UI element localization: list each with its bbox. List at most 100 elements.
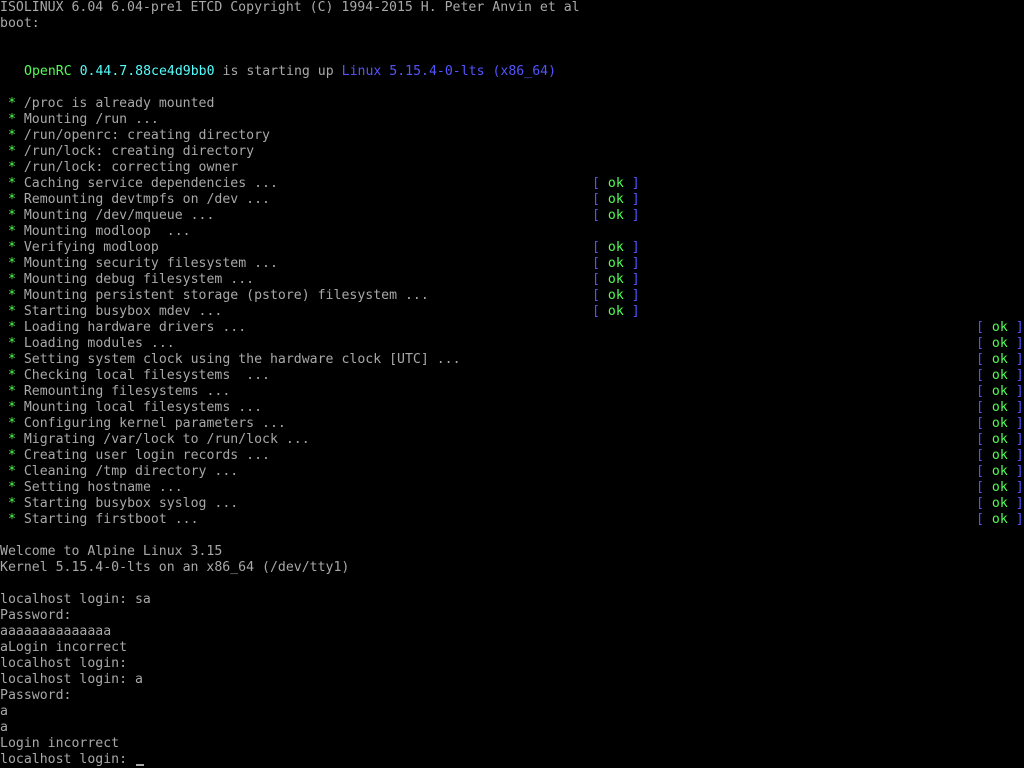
login-prompt-active[interactable]: localhost login: xyxy=(0,752,144,768)
service-message-text: Mounting debug filesystem ... xyxy=(23,272,255,287)
status-ok-text: ok xyxy=(991,512,1008,527)
bullet-marker: * xyxy=(7,144,16,159)
bullet-marker: * xyxy=(7,112,16,127)
status-bracket-open: [ xyxy=(976,400,984,415)
service-message-text: Remounting devtmpfs on /dev ... xyxy=(23,192,270,207)
status-bracket-close: ] xyxy=(631,208,640,223)
service-message-line: * Setting hostname ... xyxy=(0,480,183,496)
text-cursor xyxy=(136,764,144,766)
login-session-line: Password: xyxy=(0,688,71,704)
status-bracket-open: [ xyxy=(976,512,984,527)
bullet-marker: * xyxy=(7,208,16,223)
service-message-text: Cleaning /tmp directory ... xyxy=(23,464,239,479)
service-message-line: * /run/lock: creating directory xyxy=(0,144,254,160)
login-session-text: aLogin incorrect xyxy=(0,640,128,655)
login-session-text: localhost login: xyxy=(0,752,128,767)
status-bracket-open: [ xyxy=(976,432,984,447)
status-ok-text: ok xyxy=(991,352,1008,367)
service-message-text: Creating user login records ... xyxy=(23,448,270,463)
service-message-line: * Checking local filesystems ... xyxy=(0,368,270,384)
login-session-text: Password: xyxy=(0,688,72,703)
service-message-text: /run/lock: creating directory xyxy=(23,144,255,159)
bullet-marker: * xyxy=(7,224,16,239)
bullet-marker: * xyxy=(7,368,16,383)
ok-status-badge: [ ok ] xyxy=(976,352,1024,368)
service-message-text: /proc is already mounted xyxy=(23,96,215,111)
bootloader-line: ISOLINUX 6.04 6.04-pre1 ETCD Copyright (… xyxy=(0,0,580,15)
status-ok-text: ok xyxy=(607,256,624,271)
login-session-line: a xyxy=(0,720,8,736)
service-message-line: * /run/lock: correcting owner xyxy=(0,160,238,176)
bullet-marker: * xyxy=(7,496,16,511)
status-ok-text: ok xyxy=(991,416,1008,431)
status-ok-text: ok xyxy=(991,448,1008,463)
service-message-line: * Loading hardware drivers ... xyxy=(0,320,246,336)
openrc-middle-text: is starting up xyxy=(222,64,334,79)
console-screen[interactable]: ISOLINUX 6.04 6.04-pre1 ETCD Copyright (… xyxy=(0,0,1024,768)
service-message-line: * Cleaning /tmp directory ... xyxy=(0,464,238,480)
service-message-text: /run/openrc: creating directory xyxy=(23,128,270,143)
status-ok-text: ok xyxy=(607,304,624,319)
service-message-line: * Mounting persistent storage (pstore) f… xyxy=(0,288,429,304)
service-message-line: * /proc is already mounted xyxy=(0,96,214,112)
login-session-text: localhost login: sa xyxy=(0,592,151,607)
service-message-text: Loading hardware drivers ... xyxy=(23,320,247,335)
login-session-line: aaaaaaaaaaaaaa xyxy=(0,624,111,640)
welcome-line: Welcome to Alpine Linux 3.15 xyxy=(0,544,223,559)
openrc-version: 0.44.7.88ce4d9bb0 xyxy=(79,64,215,79)
status-ok-text: ok xyxy=(991,464,1008,479)
service-message-text: Starting busybox mdev ... xyxy=(23,304,223,319)
ok-status-badge: [ ok ] xyxy=(976,368,1024,384)
service-message-text: Mounting /dev/mqueue ... xyxy=(23,208,215,223)
status-bracket-open: [ xyxy=(592,240,600,255)
ok-status-badge: [ ok ] xyxy=(976,320,1024,336)
status-ok-text: ok xyxy=(991,432,1008,447)
status-bracket-close: ] xyxy=(1015,416,1024,431)
status-bracket-close: ] xyxy=(1015,512,1024,527)
status-bracket-open: [ xyxy=(976,352,984,367)
ok-status-badge: [ ok ] xyxy=(976,432,1024,448)
ok-status-badge: [ ok ] xyxy=(976,336,1024,352)
status-bracket-close: ] xyxy=(1015,368,1024,383)
status-bracket-close: ] xyxy=(1015,464,1024,479)
bullet-marker: * xyxy=(7,256,16,271)
ok-status-badge: [ ok ] xyxy=(592,304,640,320)
login-session-text: Password: xyxy=(0,608,72,623)
status-bracket-close: ] xyxy=(1015,384,1024,399)
status-bracket-open: [ xyxy=(976,368,984,383)
status-ok-text: ok xyxy=(607,192,624,207)
bullet-marker: * xyxy=(7,384,16,399)
status-ok-text: ok xyxy=(607,176,624,191)
bullet-marker: * xyxy=(7,176,16,191)
bullet-marker: * xyxy=(7,336,16,351)
status-ok-text: ok xyxy=(991,384,1008,399)
login-session-line: localhost login: sa xyxy=(0,592,151,608)
status-bracket-close: ] xyxy=(1015,320,1024,335)
bullet-marker: * xyxy=(7,512,16,527)
bullet-marker: * xyxy=(7,448,16,463)
status-ok-text: ok xyxy=(607,208,624,223)
login-session-text: a xyxy=(0,704,8,719)
bullet-marker: * xyxy=(7,288,16,303)
service-message-line: * Configuring kernel parameters ... xyxy=(0,416,286,432)
status-bracket-close: ] xyxy=(1015,480,1024,495)
service-message-text: Mounting local filesystems ... xyxy=(23,400,263,415)
bullet-marker: * xyxy=(7,416,16,431)
status-bracket-open: [ xyxy=(592,192,600,207)
service-message-text: Migrating /var/lock to /run/lock ... xyxy=(23,432,310,447)
ok-status-badge: [ ok ] xyxy=(592,192,640,208)
boot-prompt: boot: xyxy=(0,16,40,31)
login-session-text: Login incorrect xyxy=(0,736,120,751)
status-bracket-close: ] xyxy=(631,176,640,191)
service-message-text: Loading modules ... xyxy=(23,336,175,351)
bullet-marker: * xyxy=(7,96,16,111)
ok-status-badge: [ ok ] xyxy=(592,272,640,288)
bullet-marker: * xyxy=(7,320,16,335)
service-message-line: * Setting system clock using the hardwar… xyxy=(0,352,461,368)
service-message-line: * Mounting security filesystem ... xyxy=(0,256,278,272)
service-message-text: Checking local filesystems ... xyxy=(23,368,270,383)
status-bracket-open: [ xyxy=(976,464,984,479)
status-bracket-close: ] xyxy=(1015,352,1024,367)
service-message-line: * Starting busybox syslog ... xyxy=(0,496,238,512)
status-bracket-close: ] xyxy=(631,240,640,255)
